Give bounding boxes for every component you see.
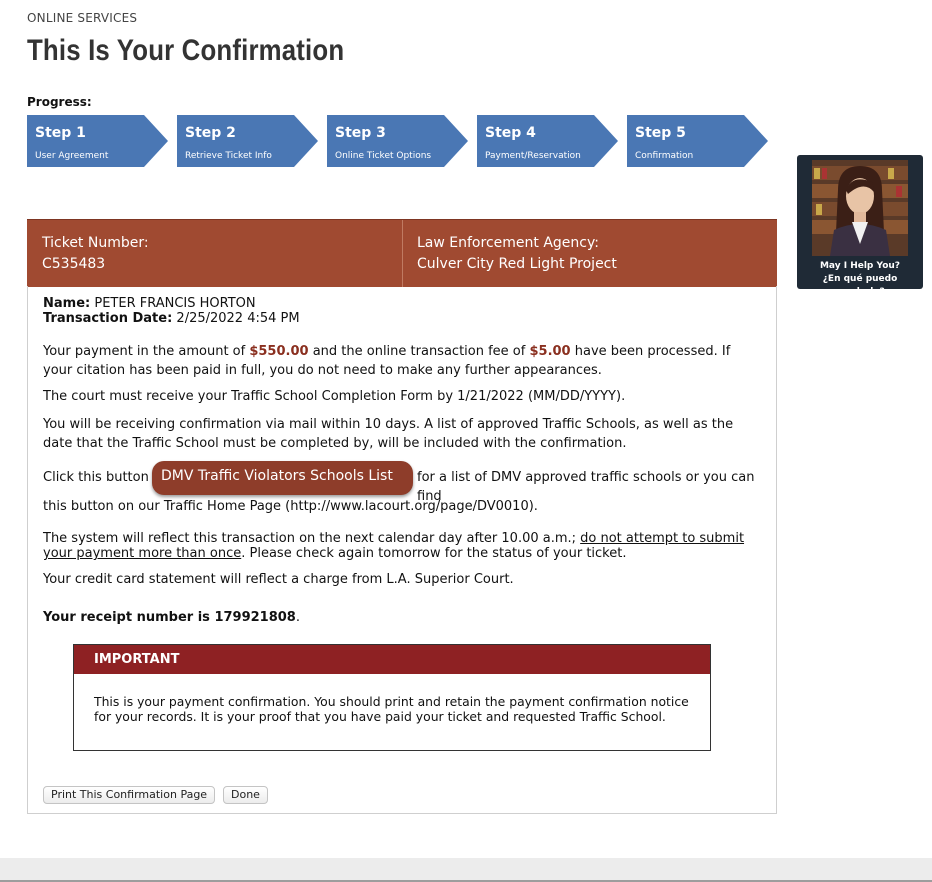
page-footer-bar [0,858,932,882]
mail-confirmation-message: You will be receiving confirmation via m… [43,417,734,451]
transaction-date-line: Transaction Date: 2/25/2022 4:54 PM [43,311,763,327]
step-title: Step 2 [185,125,236,141]
step-title: Step 4 [485,125,536,141]
ticket-number-label: Ticket Number: [42,235,149,251]
payment-message: Your payment in the amount of $550.00 an… [43,342,763,380]
receipt-line: Your receipt number is 179921808. [43,608,763,627]
progress-step-4: Step 4 Payment/Reservation [477,115,618,167]
transaction-date-value: 2/25/2022 4:54 PM [176,311,300,326]
confirmation-content: Name: PETER FRANCIS HORTON Transaction D… [27,286,777,814]
system-text-suffix: . Please check again tomorrow for the st… [241,546,627,561]
assistant-caption-en: May I Help You? [819,261,901,271]
name-line: Name: PETER FRANCIS HORTON [43,296,763,312]
ticket-info-bar: Ticket Number: C535483 Law Enforcement A… [27,219,777,287]
progress-step-5: Step 5 Confirmation [627,115,768,167]
system-reflect-message: The system will reflect this transaction… [43,531,763,561]
name-value: PETER FRANCIS HORTON [94,296,256,311]
payment-amount: $550.00 [249,344,309,359]
assistant-caption-es: ¿En qué puedo ayudarle? [822,274,898,297]
important-body: This is your payment confirmation. You s… [94,694,689,724]
important-heading: IMPORTANT [74,645,710,674]
step-title: Step 3 [335,125,386,141]
step-subtitle: Confirmation [635,151,694,161]
transaction-fee: $5.00 [529,344,571,359]
done-button[interactable]: Done [223,786,268,804]
court-deadline-message: The court must receive your Traffic Scho… [43,389,626,404]
system-text-prefix: The system will reflect this transaction… [43,531,581,546]
ticket-number-cell: Ticket Number: C535483 [27,220,403,287]
transaction-date-label: Transaction Date: [43,311,173,326]
receipt-label: Your receipt number is [43,610,215,625]
progress-step-3: Step 3 Online Ticket Options [327,115,468,167]
receipt-period: . [295,610,300,625]
virtual-assistant-widget[interactable]: May I Help You? ¿En qué puedo ayudarle? [797,155,923,297]
dmv-schools-list-label: DMV Traffic Violators Schools List [161,468,393,484]
progress-label: Progress: [27,95,92,109]
credit-card-message: Your credit card statement will reflect … [43,572,514,587]
step-subtitle: Payment/Reservation [485,151,581,161]
assistant-caption: May I Help You? ¿En qué puedo ayudarle? [797,260,923,299]
agency-value: Culver City Red Light Project [417,256,617,272]
payment-text-prefix: Your payment in the amount of [43,344,250,359]
payment-text-middle: and the online transaction fee of [308,344,530,359]
section-label: ONLINE SERVICES [27,11,138,25]
step-subtitle: Retrieve Ticket Info [185,151,272,161]
agency-cell: Law Enforcement Agency: Culver City Red … [403,220,777,287]
dmv-schools-list-button[interactable]: DMV Traffic Violators Schools List [152,461,413,495]
step-title: Step 5 [635,125,686,141]
step-subtitle: Online Ticket Options [335,151,432,161]
print-confirmation-button[interactable]: Print This Confirmation Page [43,786,216,804]
traffic-home-page-text: this button on our Traffic Home Page (ht… [43,499,538,514]
ticket-number-value: C535483 [42,256,106,272]
assistant-avatar-icon [812,160,908,256]
important-notice: IMPORTANT This is your payment confirmat… [73,644,711,751]
name-label: Name: [43,296,91,311]
step-title: Step 1 [35,125,86,141]
step-subtitle: User Agreement [35,151,109,161]
receipt-number: 179921808 [214,610,296,625]
agency-label: Law Enforcement Agency: [417,235,599,251]
click-prefix-text: Click this button [43,470,149,485]
progress-steps: Step 1 User Agreement Step 2 Retrieve Ti… [27,115,777,167]
progress-step-1: Step 1 User Agreement [27,115,168,167]
page-title: This Is Your Confirmation [27,34,345,67]
progress-step-2: Step 2 Retrieve Ticket Info [177,115,318,167]
